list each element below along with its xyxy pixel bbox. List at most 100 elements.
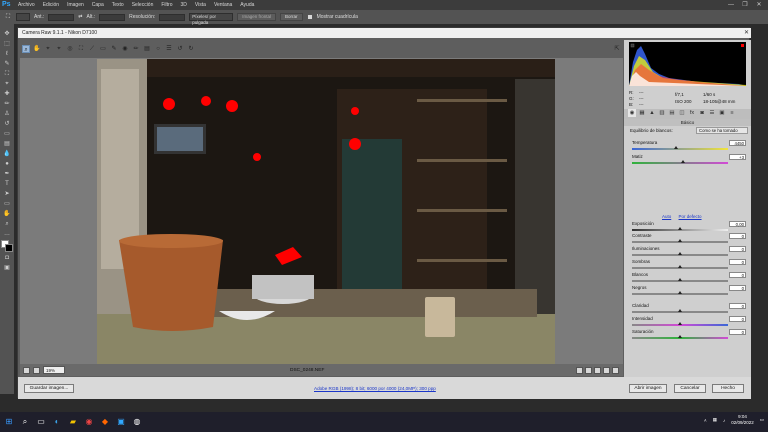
crop-tool-icon[interactable]: ⛶ bbox=[77, 45, 85, 53]
eyedropper-tool-icon[interactable]: ⌖ bbox=[3, 80, 11, 88]
done-button[interactable]: Hecho bbox=[712, 383, 744, 393]
more-tools-icon[interactable]: … bbox=[3, 230, 11, 238]
menu-texto[interactable]: Texto bbox=[108, 0, 128, 10]
snapshots-tab-icon[interactable]: ▣ bbox=[718, 109, 726, 117]
zoom-in-button[interactable] bbox=[33, 366, 40, 374]
clarity-value[interactable]: 0 bbox=[729, 303, 746, 309]
exposure-value[interactable]: 0,00 bbox=[729, 221, 746, 227]
lens-corrections-tab-icon[interactable]: ◫ bbox=[678, 109, 686, 117]
menu-ventana[interactable]: Ventana bbox=[210, 0, 236, 10]
toggle-preview-icon[interactable] bbox=[612, 366, 619, 374]
menu-archivo[interactable]: Archivo bbox=[14, 0, 39, 10]
rotate-right-icon[interactable]: ↻ bbox=[187, 45, 195, 53]
resolution-field[interactable] bbox=[159, 13, 186, 21]
type-tool-icon[interactable]: T bbox=[3, 180, 11, 188]
tint-thumb[interactable] bbox=[681, 160, 685, 163]
swap-icon[interactable]: ⇄ bbox=[78, 14, 82, 20]
preset-select[interactable] bbox=[16, 13, 30, 21]
dialog-close-button[interactable]: ✕ bbox=[744, 28, 749, 38]
brush-tool-icon[interactable]: ✏ bbox=[3, 100, 11, 108]
color-swatches[interactable] bbox=[1, 240, 13, 252]
shape-tool-icon[interactable]: ▭ bbox=[3, 200, 11, 208]
menu-edicion[interactable]: Edición bbox=[39, 0, 63, 10]
targeted-adjustment-icon[interactable]: ◎ bbox=[66, 45, 74, 53]
width-field[interactable] bbox=[48, 13, 75, 21]
vibrance-value[interactable]: 0 bbox=[729, 316, 746, 322]
rotate-left-icon[interactable]: ↺ bbox=[176, 45, 184, 53]
transform-tool-icon[interactable]: ▭ bbox=[99, 45, 107, 53]
history-brush-icon[interactable]: ↺ bbox=[3, 120, 11, 128]
blacks-value[interactable]: 0 bbox=[729, 285, 746, 291]
copy-settings-icon[interactable] bbox=[603, 366, 610, 374]
exposure-thumb[interactable] bbox=[678, 227, 682, 230]
saturation-value[interactable]: 0 bbox=[729, 329, 746, 335]
cancel-button[interactable]: Cancelar bbox=[674, 383, 706, 393]
search-icon[interactable]: ⌕ bbox=[20, 417, 30, 427]
hand-tool-icon[interactable]: ✋ bbox=[3, 210, 11, 218]
hsl-tab-icon[interactable]: ▥ bbox=[658, 109, 666, 117]
graduated-filter-icon[interactable]: ▤ bbox=[143, 45, 151, 53]
zoom-out-button[interactable] bbox=[23, 366, 30, 374]
menu-3d[interactable]: 3D bbox=[177, 0, 191, 10]
quick-mask-icon[interactable]: ◘ bbox=[3, 254, 11, 262]
highlights-thumb[interactable] bbox=[678, 252, 682, 255]
minimize-button[interactable]: — bbox=[724, 0, 738, 10]
image-preview[interactable] bbox=[20, 58, 623, 364]
path-select-tool-icon[interactable]: ➤ bbox=[3, 190, 11, 198]
vibrance-thumb[interactable] bbox=[678, 322, 682, 325]
red-eye-icon[interactable]: ◉ bbox=[121, 45, 129, 53]
contrast-thumb[interactable] bbox=[678, 239, 682, 242]
view-mode-icon[interactable] bbox=[576, 366, 583, 374]
app-icon[interactable]: ◍ bbox=[132, 417, 142, 427]
color-sampler-tool-icon[interactable]: ⌖ bbox=[55, 45, 63, 53]
auto-link[interactable]: Auto bbox=[662, 214, 671, 219]
spot-removal-icon[interactable]: ✎ bbox=[110, 45, 118, 53]
zoom-level-select[interactable]: 19% bbox=[43, 366, 65, 374]
white-balance-tool-icon[interactable]: ⌖ bbox=[44, 45, 52, 53]
radial-filter-icon[interactable]: ○ bbox=[154, 45, 162, 53]
task-view-icon[interactable]: ▭ bbox=[36, 417, 46, 427]
panel-menu-icon[interactable]: ≡ bbox=[728, 109, 736, 117]
lasso-tool-icon[interactable]: ℓ bbox=[3, 50, 11, 58]
maximize-button[interactable]: ❐ bbox=[738, 0, 752, 10]
chrome-icon[interactable]: ◉ bbox=[84, 417, 94, 427]
notifications-icon[interactable]: ▭ bbox=[760, 417, 764, 423]
front-image-button[interactable]: Imagen frontal bbox=[237, 13, 277, 21]
screen-mode-icon[interactable]: ▣ bbox=[3, 264, 11, 272]
blur-tool-icon[interactable]: 💧 bbox=[3, 150, 11, 158]
zoom-tool-icon[interactable]: ⌕ bbox=[22, 45, 30, 53]
menu-capa[interactable]: Capa bbox=[88, 0, 108, 10]
tone-curve-tab-icon[interactable]: ▦ bbox=[638, 109, 646, 117]
height-field[interactable] bbox=[99, 13, 126, 21]
photoshop-taskbar-icon[interactable]: ▣ bbox=[116, 417, 126, 427]
clock[interactable]: 9:04 02/09/2022 bbox=[731, 414, 754, 426]
stamp-tool-icon[interactable]: ♙ bbox=[3, 110, 11, 118]
menu-filtro[interactable]: Filtro bbox=[157, 0, 176, 10]
default-link[interactable]: Por defecto bbox=[679, 214, 702, 219]
crop-tool-icon[interactable]: ⛶ bbox=[3, 70, 11, 78]
whites-value[interactable]: 0 bbox=[729, 272, 746, 278]
menu-seleccion[interactable]: Selección bbox=[128, 0, 158, 10]
show-grid-checkbox[interactable] bbox=[306, 14, 313, 20]
brave-icon[interactable]: ◆ bbox=[100, 417, 110, 427]
temperature-slider[interactable] bbox=[632, 148, 728, 150]
eraser-tool-icon[interactable]: ▭ bbox=[3, 130, 11, 138]
basic-tab-icon[interactable]: ◉ bbox=[628, 109, 636, 117]
workflow-options-link[interactable]: Adobe RGB (1998); 8 bit; 6000 por 4000 (… bbox=[314, 386, 436, 391]
background-color[interactable] bbox=[5, 244, 13, 252]
windows-start-icon[interactable]: ⊞ bbox=[4, 417, 14, 427]
quick-select-tool-icon[interactable]: ✎ bbox=[3, 60, 11, 68]
clarity-thumb[interactable] bbox=[678, 309, 682, 312]
straighten-tool-icon[interactable]: ⟋ bbox=[88, 45, 96, 53]
saturation-thumb[interactable] bbox=[678, 335, 682, 338]
detail-tab-icon[interactable]: ▲ bbox=[648, 109, 656, 117]
pen-tool-icon[interactable]: ✒ bbox=[3, 170, 11, 178]
open-image-button[interactable]: Abrir imagen bbox=[629, 383, 667, 393]
camera-calibration-tab-icon[interactable]: ◙ bbox=[698, 109, 706, 117]
fx-tab-icon[interactable]: fx bbox=[688, 109, 696, 117]
adjustment-brush-icon[interactable]: ✏ bbox=[132, 45, 140, 53]
gradient-tool-icon[interactable]: ▤ bbox=[3, 140, 11, 148]
save-image-button[interactable]: Guardar imagen... bbox=[24, 383, 74, 393]
dodge-tool-icon[interactable]: ● bbox=[3, 160, 11, 168]
menu-vista[interactable]: Vista bbox=[191, 0, 210, 10]
